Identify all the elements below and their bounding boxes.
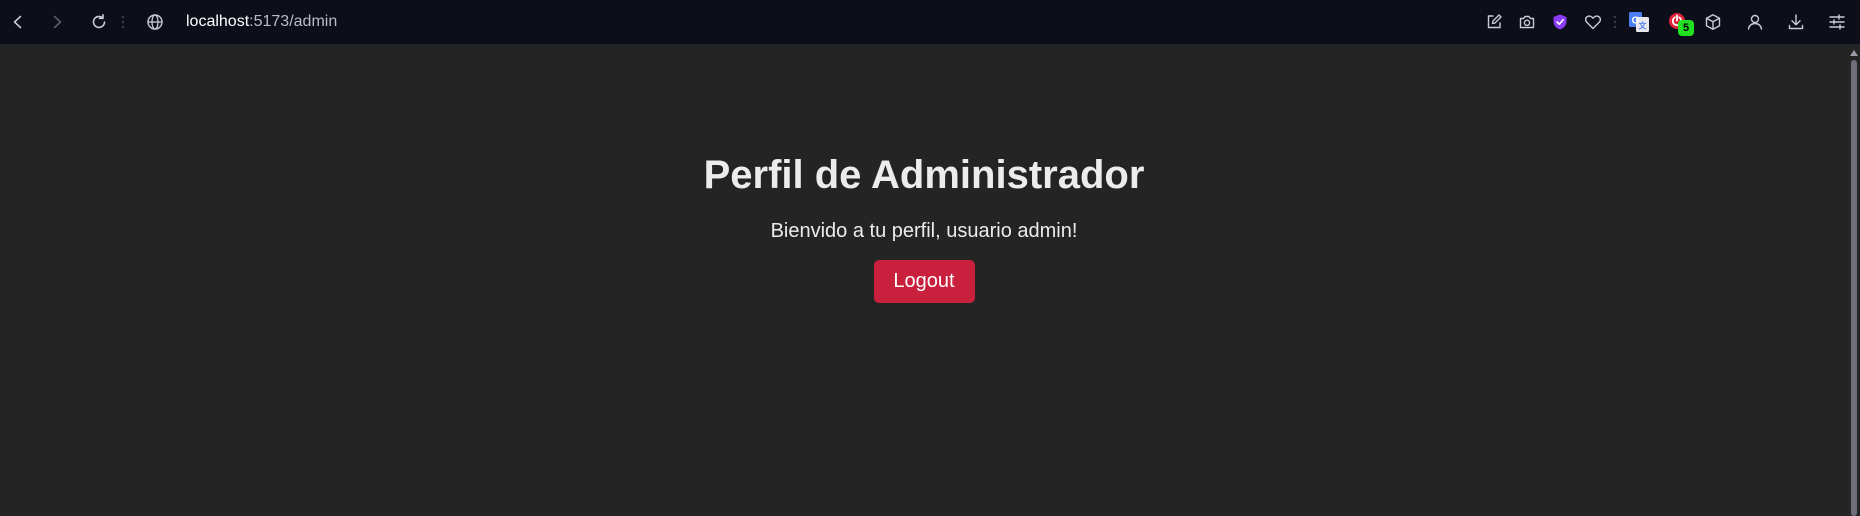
forward-button[interactable] bbox=[44, 9, 70, 35]
download-icon bbox=[1788, 14, 1804, 30]
profile-button[interactable] bbox=[1742, 9, 1768, 35]
shield-icon bbox=[1553, 14, 1567, 30]
edit-button[interactable] bbox=[1481, 9, 1507, 35]
extension-badge: 5 bbox=[1678, 20, 1694, 36]
screenshot-button[interactable] bbox=[1514, 9, 1540, 35]
page-content: Perfil de Administrador Bienvido a tu pe… bbox=[0, 46, 1848, 516]
browser-toolbar: localhost:5173/admin G 文 5 bbox=[0, 0, 1860, 45]
extensions-button[interactable] bbox=[1700, 9, 1726, 35]
translate-extension[interactable]: G 文 bbox=[1626, 9, 1652, 35]
page-title: Perfil de Administrador bbox=[703, 153, 1145, 197]
reload-button[interactable] bbox=[86, 9, 112, 35]
translate-icon: G 文 bbox=[1629, 12, 1649, 32]
settings-sliders-icon bbox=[1829, 14, 1845, 30]
site-info-icon bbox=[147, 14, 163, 30]
scroll-up-arrow-icon[interactable] bbox=[1850, 50, 1858, 56]
shield-extension[interactable] bbox=[1547, 9, 1573, 35]
edit-icon bbox=[1487, 14, 1502, 29]
toolbar-separator bbox=[1613, 15, 1617, 29]
url-host: localhost bbox=[186, 13, 250, 30]
back-icon bbox=[13, 15, 22, 29]
forward-icon bbox=[53, 15, 62, 29]
site-info-button[interactable] bbox=[142, 9, 168, 35]
profile-icon bbox=[1747, 14, 1763, 30]
favorite-button[interactable] bbox=[1580, 9, 1606, 35]
logout-button[interactable]: Logout bbox=[873, 260, 975, 303]
address-bar[interactable]: localhost:5173/admin bbox=[186, 12, 337, 32]
screenshot-icon bbox=[1519, 15, 1535, 29]
downloads-button[interactable] bbox=[1783, 9, 1809, 35]
vertical-scrollbar[interactable] bbox=[1848, 46, 1860, 516]
toolbar-separator bbox=[121, 15, 125, 29]
recording-extension[interactable]: 5 bbox=[1664, 9, 1694, 36]
svg-text:文: 文 bbox=[1639, 21, 1648, 31]
reload-icon bbox=[92, 14, 106, 29]
cube-icon bbox=[1705, 14, 1721, 30]
url-path: :5173/admin bbox=[249, 13, 338, 30]
back-button[interactable] bbox=[5, 9, 31, 35]
customize-button[interactable] bbox=[1824, 9, 1850, 35]
welcome-message: Bienvido a tu perfil, usuario admin! bbox=[770, 220, 1078, 242]
scrollbar-thumb[interactable] bbox=[1851, 60, 1857, 516]
heart-icon bbox=[1584, 15, 1602, 30]
